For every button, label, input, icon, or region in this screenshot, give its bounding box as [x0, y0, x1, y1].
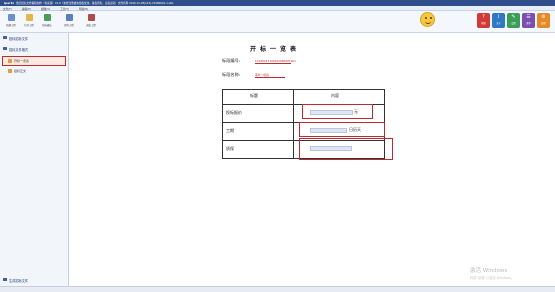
open-project-icon — [25, 14, 33, 21]
table-header-content: 内容 — [331, 93, 339, 98]
confirm-button[interactable]: 招标确认 — [39, 14, 55, 30]
about-label: 关于 — [496, 22, 501, 25]
menu-icon: ☰ — [526, 14, 531, 20]
sidebar-item-label: 开标一览表 — [14, 59, 30, 64]
menu-label: 菜单 — [526, 22, 531, 25]
gear-icon: ⚙ — [541, 14, 546, 20]
bid-name-underline — [255, 77, 285, 78]
info-icon: i — [497, 14, 500, 20]
table-column-rule — [293, 90, 294, 158]
bid-name-field: 标段名称: 茶叶一标段 — [222, 72, 285, 78]
pencil-icon: ✎ — [511, 14, 516, 20]
about-button[interactable]: i 关于 — [492, 13, 505, 28]
menu-button[interactable]: ☰ 菜单 — [522, 13, 535, 28]
bid-name-value[interactable]: 茶叶一标段 — [255, 73, 269, 77]
document-title: 开标一览表 — [250, 46, 301, 53]
section-square-icon — [3, 46, 7, 50]
open-project-label: 打开工程 — [24, 24, 34, 27]
exit-project-label: 退出工程 — [86, 24, 96, 27]
help-icon: ? — [482, 14, 485, 20]
sidebar-item-bid-text[interactable]: 招标正文 — [3, 67, 65, 75]
new-project-icon — [7, 14, 15, 21]
bid-number-underline — [255, 63, 291, 64]
status-bar — [0, 286, 555, 292]
settings-label: 设置 — [511, 22, 516, 25]
activation-watermark-sub: 转到“设置”以激活 Windows。 — [470, 276, 515, 280]
right-eye — [430, 17, 432, 19]
bid-name-label: 标段名称: — [222, 72, 241, 77]
row-label-bid-price: 投标报价 — [226, 110, 242, 115]
sidebar: 投标招标文件 招标文件格式 开标一览表 招标正文 — [0, 33, 69, 286]
section-label: 投标招标文件 — [9, 36, 29, 41]
settings-button[interactable]: ✎ 设置 — [507, 13, 520, 28]
activation-watermark: 激活 Windows — [470, 268, 508, 274]
generate-bid-file-label: 生成招标文件 — [9, 278, 29, 283]
document-icon — [8, 69, 12, 73]
smiley-mascot-icon — [420, 12, 435, 27]
toolbar: 新建工程 打开工程 招标确认 保存工程 退出工程 — [0, 11, 555, 33]
bid-number-label: 标段编号: — [222, 58, 241, 63]
section-square-icon — [3, 277, 7, 281]
window-title: 重庆招标文件编辑制作（专家版）V1.0（未经注册或未授权使用，版权所有，违者必究… — [16, 2, 174, 5]
config-button[interactable]: ⚙ 配置 — [537, 13, 550, 28]
save-project-button[interactable]: 保存工程 — [61, 14, 77, 30]
new-project-button[interactable]: 新建工程 — [3, 14, 19, 30]
left-eye — [425, 17, 427, 19]
document-icon — [8, 59, 12, 63]
sidebar-section-formats[interactable]: 招标文件格式 — [0, 44, 69, 53]
document-area: 开标一览表 标段编号: 12180027190022080001001 标段名称… — [70, 34, 555, 286]
config-label: 配置 — [541, 22, 546, 25]
section-square-icon — [3, 35, 7, 39]
save-project-icon — [65, 14, 73, 21]
app-name: Ipartz — [4, 1, 14, 5]
warranty-highlight — [299, 138, 393, 160]
bid-price-highlight — [302, 104, 373, 119]
confirm-label: 招标确认 — [42, 24, 52, 27]
save-project-label: 保存工程 — [64, 24, 74, 27]
sidebar-item-label: 招标正文 — [14, 69, 27, 74]
generate-bid-file-button[interactable]: 生成招标文件 — [0, 275, 69, 284]
confirm-icon — [43, 14, 51, 21]
exit-project-button[interactable]: 退出工程 — [83, 14, 99, 30]
table-header-title: 标题 — [250, 93, 258, 98]
duration-highlight — [299, 122, 385, 137]
open-project-button[interactable]: 打开工程 — [21, 14, 37, 30]
bid-number-field: 标段编号: 12180027190022080001001 — [222, 58, 296, 64]
smile-mouth — [425, 21, 431, 24]
sidebar-section-bid-files[interactable]: 投标招标文件 — [0, 33, 69, 42]
help-label: 帮助 — [481, 22, 486, 25]
sidebar-item-bid-summary[interactable]: 开标一览表 — [2, 56, 66, 66]
row-label-duration: 工期 — [226, 128, 234, 133]
section-label: 招标文件格式 — [9, 47, 29, 52]
row-label-warranty: 质保 — [226, 146, 234, 151]
bid-number-value[interactable]: 12180027190022080001001 — [255, 59, 296, 63]
help-button[interactable]: ? 帮助 — [477, 13, 490, 28]
new-project-label: 新建工程 — [6, 24, 16, 27]
exit-project-icon — [87, 14, 95, 21]
